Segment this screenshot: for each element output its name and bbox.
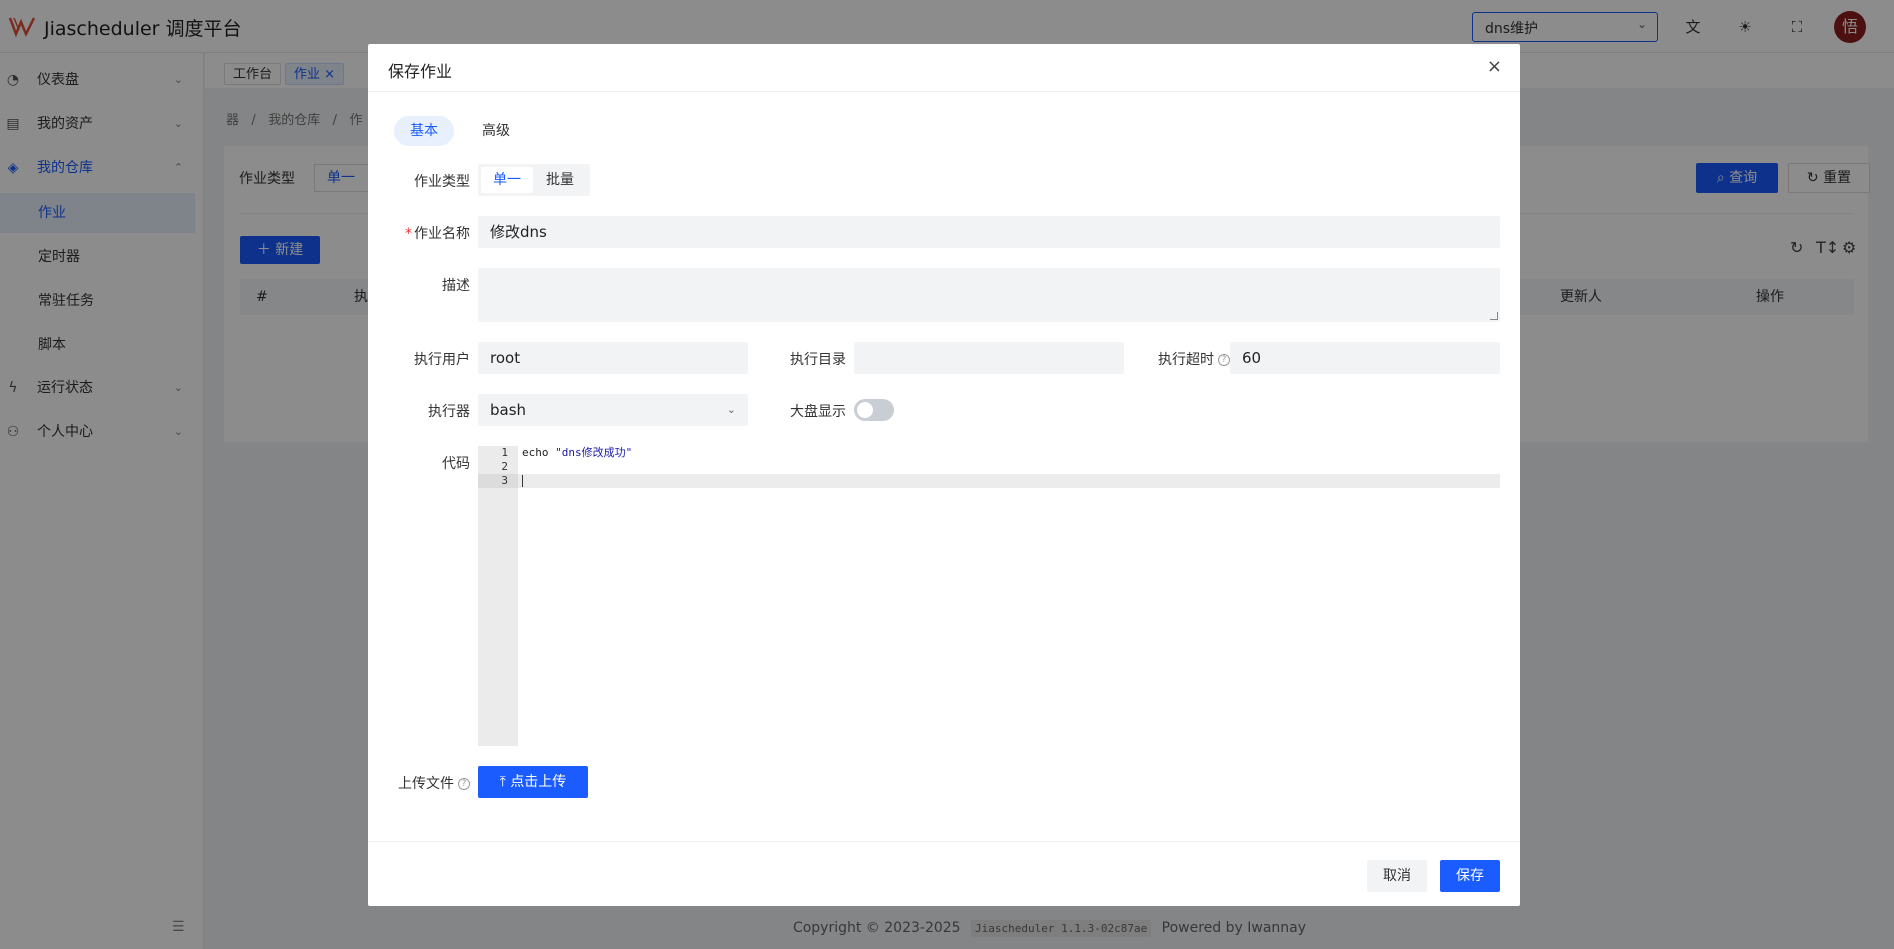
- upload-file-label: 上传文件?: [376, 773, 470, 793]
- exec-timeout-label: 执行超时?: [1134, 349, 1230, 369]
- exec-user-input[interactable]: root: [478, 342, 748, 374]
- tab-basic[interactable]: 基本: [394, 116, 454, 146]
- modal-title: 保存作业: [388, 62, 453, 81]
- dashboard-display-label: 大盘显示: [790, 404, 846, 420]
- code-string: "dns修改成功": [555, 446, 633, 459]
- job-name-label-text: 作业名称: [414, 226, 470, 242]
- executor-label: 执行器: [428, 404, 470, 420]
- toggle-knob: [857, 402, 873, 418]
- upload-button[interactable]: ⤒ 点击上传: [478, 766, 588, 798]
- code-editor[interactable]: 1 2 3 echo "dns修改成功": [478, 446, 1500, 746]
- cancel-button[interactable]: 取消: [1367, 860, 1427, 892]
- tab-advanced[interactable]: 高级: [466, 116, 526, 146]
- help-icon[interactable]: ?: [458, 778, 470, 790]
- line-number: 2: [501, 460, 508, 473]
- job-name-label: * 作业名称: [388, 223, 470, 243]
- upload-file-label-text: 上传文件: [398, 776, 454, 792]
- job-type-label: 作业类型: [414, 174, 470, 190]
- save-button[interactable]: 保存: [1440, 860, 1500, 892]
- text-cursor: [522, 475, 523, 487]
- code-keyword: echo: [522, 446, 556, 459]
- exec-user-label: 执行用户: [414, 352, 470, 368]
- exec-dir-input[interactable]: [854, 342, 1124, 374]
- executor-select[interactable]: bash ⌄: [478, 394, 748, 426]
- line-number: 3: [478, 474, 518, 488]
- modal-header: 保存作业 ×: [368, 44, 1520, 92]
- job-type-option-single[interactable]: 单一: [481, 167, 533, 193]
- job-name-input[interactable]: 修改dns: [478, 216, 1500, 248]
- description-textarea[interactable]: [478, 268, 1500, 322]
- code-label: 代码: [442, 456, 470, 472]
- exec-dir-label: 执行目录: [790, 352, 846, 368]
- chevron-down-icon: ⌄: [726, 403, 736, 416]
- line-number: 1: [501, 446, 508, 459]
- required-asterisk: *: [405, 226, 412, 242]
- upload-icon: ⤒: [499, 774, 511, 790]
- close-icon[interactable]: ×: [1487, 56, 1502, 77]
- divider: [368, 841, 1520, 842]
- executor-select-value: bash: [490, 401, 527, 419]
- job-type-segmented: 单一 批量: [478, 164, 590, 196]
- job-type-option-batch[interactable]: 批量: [534, 167, 586, 193]
- dashboard-display-toggle[interactable]: [854, 399, 894, 421]
- editor-gutter: [478, 446, 518, 746]
- code-line: echo "dns修改成功": [522, 446, 632, 460]
- description-label: 描述: [442, 278, 470, 294]
- help-icon[interactable]: ?: [1218, 354, 1230, 366]
- exec-timeout-input[interactable]: 60: [1230, 342, 1500, 374]
- exec-timeout-label-text: 执行超时: [1158, 352, 1214, 368]
- editor-active-line: [518, 474, 1500, 488]
- upload-button-label: 点击上传: [510, 774, 567, 790]
- save-job-modal: 保存作业 × 基本 高级 作业类型 单一 批量 * 作业名称 修改dns 描述 执…: [368, 44, 1520, 906]
- resize-handle[interactable]: [1490, 312, 1498, 320]
